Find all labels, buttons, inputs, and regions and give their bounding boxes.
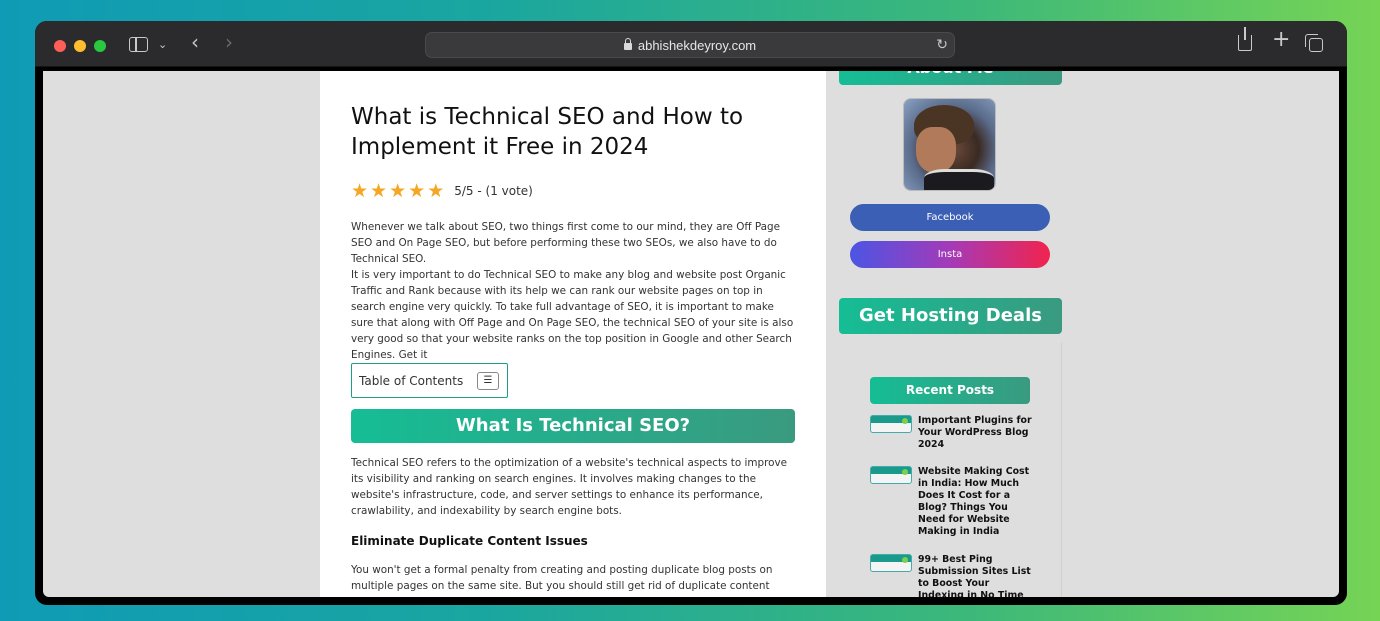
post-thumbnail[interactable] <box>870 415 912 433</box>
recent-posts-panel: Recent Posts Important Plugins for Your … <box>839 343 1062 597</box>
post-link[interactable]: Important Plugins for Your WordPress Blo… <box>918 415 1036 451</box>
section-heading: What Is Technical SEO? <box>351 409 795 443</box>
post-thumbnail[interactable] <box>870 466 912 484</box>
article-paragraph: Technical SEO refers to the optimization… <box>351 457 788 517</box>
reload-icon[interactable]: ↻ <box>936 37 948 53</box>
list-toggle-icon[interactable]: ☰ <box>477 372 499 390</box>
star-icon[interactable]: ★ <box>389 181 406 201</box>
lock-icon <box>623 38 632 50</box>
page-title: What is Technical SEO and How to Impleme… <box>351 104 744 160</box>
chevron-down-icon[interactable]: ⌄ <box>158 37 167 53</box>
back-icon[interactable]: ‹ <box>191 32 199 52</box>
rating-text: 5/5 - (1 vote) <box>454 184 533 198</box>
article-paragraph: It is very important to do Technical SEO… <box>351 269 794 361</box>
post-thumbnail[interactable] <box>870 554 912 572</box>
tabs-icon[interactable] <box>1305 34 1323 52</box>
star-icon[interactable]: ★ <box>370 181 387 201</box>
hosting-deals-heading[interactable]: Get Hosting Deals <box>839 298 1062 334</box>
forward-icon[interactable]: › <box>225 32 233 52</box>
close-window-button[interactable] <box>54 40 66 52</box>
table-of-contents[interactable]: Table of Contents ☰ <box>351 363 508 398</box>
article-paragraph: You won't get a formal penalty from crea… <box>351 564 773 597</box>
plus-icon[interactable]: + <box>1272 29 1290 51</box>
url-display[interactable]: abhishekdeyroy.com <box>426 38 954 53</box>
share-icon[interactable] <box>1238 27 1252 51</box>
recent-posts-heading: Recent Posts <box>870 377 1030 404</box>
post-link[interactable]: 99+ Best Ping Submission Sites List to B… <box>918 554 1036 597</box>
article-content: What is Technical SEO and How to Impleme… <box>320 71 826 597</box>
url-text: abhishekdeyroy.com <box>637 38 757 53</box>
avatar <box>903 98 996 191</box>
post-link[interactable]: Website Making Cost in India: How Much D… <box>918 466 1036 538</box>
star-icon[interactable]: ★ <box>408 181 425 201</box>
star-rating[interactable]: ★ ★ ★ ★ ★ 5/5 - (1 vote) <box>351 181 533 201</box>
page-viewport[interactable]: What is Technical SEO and How to Impleme… <box>43 71 1339 597</box>
article-subheading: Eliminate Duplicate Content Issues <box>351 534 588 548</box>
star-icon[interactable]: ★ <box>351 181 368 201</box>
sidebar-icon[interactable] <box>129 37 148 52</box>
article-paragraph: Whenever we talk about SEO, two things f… <box>351 221 781 265</box>
sidebar: About Me Facebook Insta Get Hosting Deal… <box>839 71 1063 597</box>
toc-label: Table of Contents <box>359 373 464 388</box>
minimize-window-button[interactable] <box>74 40 86 52</box>
browser-toolbar: ⌄ ‹ › abhishekdeyroy.com ↻ + <box>35 21 1347 67</box>
address-bar[interactable]: abhishekdeyroy.com ↻ <box>425 32 955 58</box>
zoom-window-button[interactable] <box>94 40 106 52</box>
avatar-face <box>916 127 956 173</box>
browser-window: ⌄ ‹ › abhishekdeyroy.com ↻ + What is Tec… <box>35 21 1347 605</box>
avatar-body <box>924 169 994 190</box>
facebook-button[interactable]: Facebook <box>850 204 1050 231</box>
about-me-heading: About Me <box>839 71 1062 85</box>
insta-button[interactable]: Insta <box>850 241 1050 268</box>
star-icon[interactable]: ★ <box>427 181 444 201</box>
